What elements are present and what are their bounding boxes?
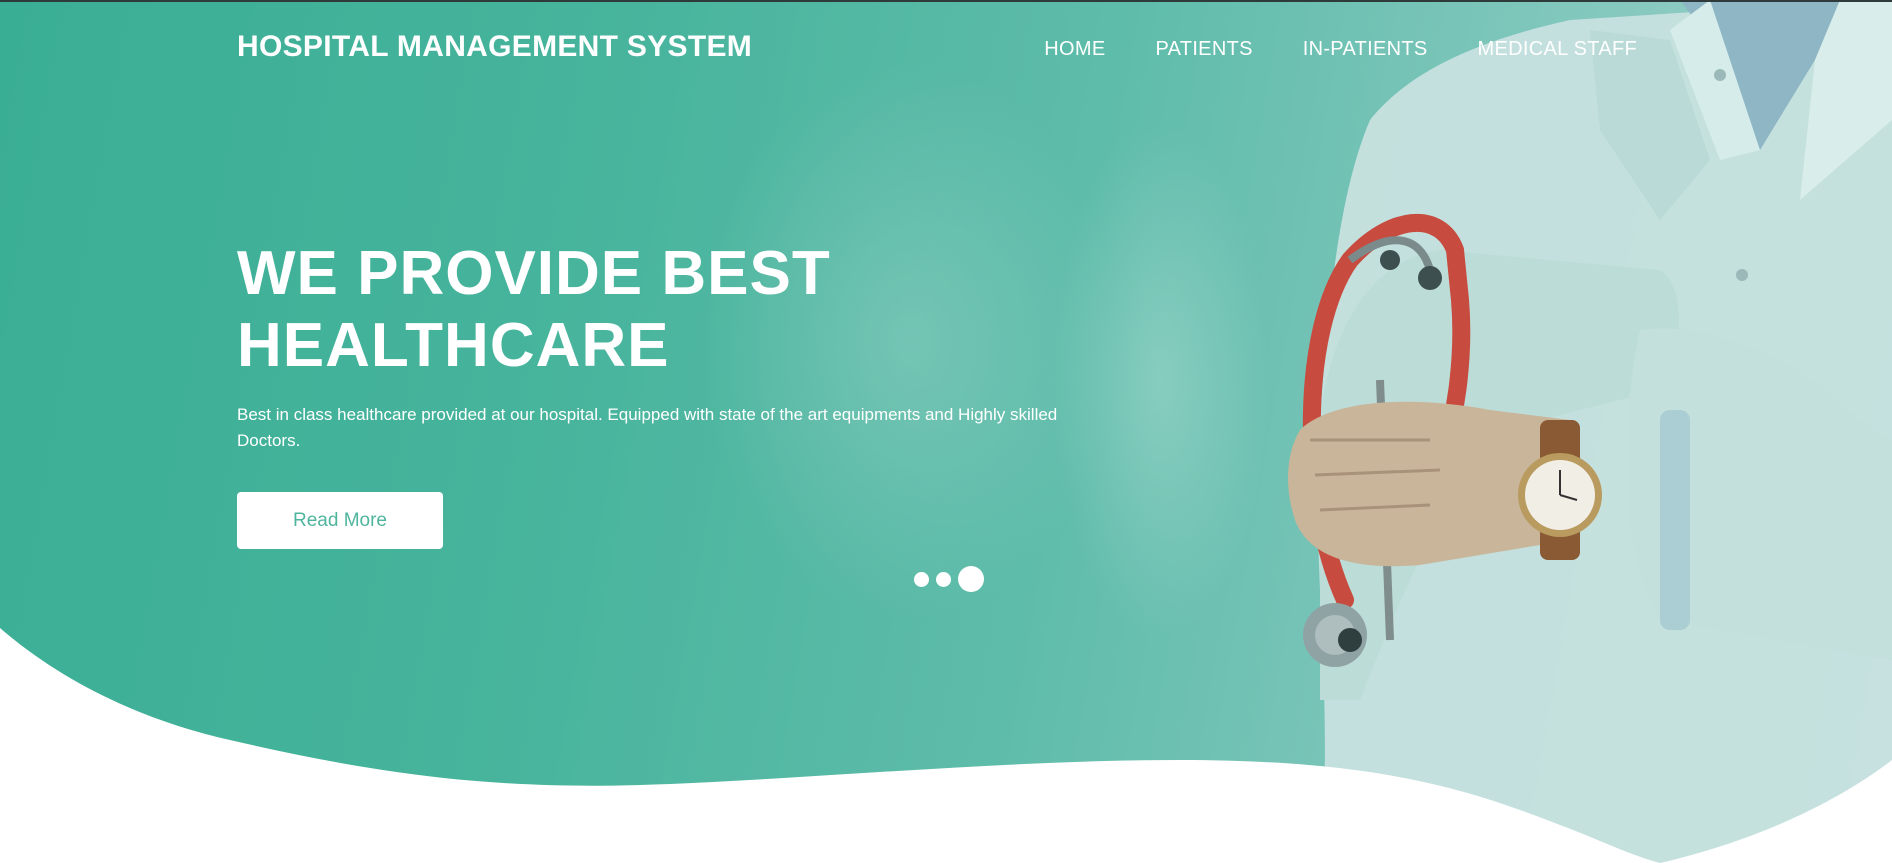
nav-item-medical-staff[interactable]: MEDICAL STAFF [1478, 38, 1637, 61]
carousel-indicators [914, 566, 984, 592]
carousel-dot-2[interactable] [936, 571, 951, 587]
main-nav: HOME PATIENTS IN-PATIENTS MEDICAL STAFF [1044, 38, 1637, 61]
carousel-dot-1[interactable] [914, 571, 929, 587]
hero-description: Best in class healthcare provided at our… [237, 405, 1058, 450]
page: HOSPITAL MANAGEMENT SYSTEM HOME PATIENTS… [0, 0, 1892, 863]
nav-item-in-patients[interactable]: IN-PATIENTS [1303, 38, 1428, 61]
hero-headline-line1: WE PROVIDE BEST [237, 239, 831, 308]
hero-headline-line2: HEALTHCARE [237, 311, 670, 380]
nav-item-patients[interactable]: PATIENTS [1156, 38, 1253, 61]
hero-light-blur-secondary [1050, 120, 1270, 640]
carousel-dot-3-active[interactable] [958, 566, 984, 592]
read-more-button[interactable]: Read More [237, 492, 443, 549]
top-border [0, 0, 1892, 2]
doctor-illustration [1288, 0, 1892, 863]
brand-title[interactable]: HOSPITAL MANAGEMENT SYSTEM [237, 30, 752, 64]
nav-item-home[interactable]: HOME [1044, 38, 1105, 61]
hero-headline: WE PROVIDE BEST HEALTHCARE [237, 238, 937, 382]
